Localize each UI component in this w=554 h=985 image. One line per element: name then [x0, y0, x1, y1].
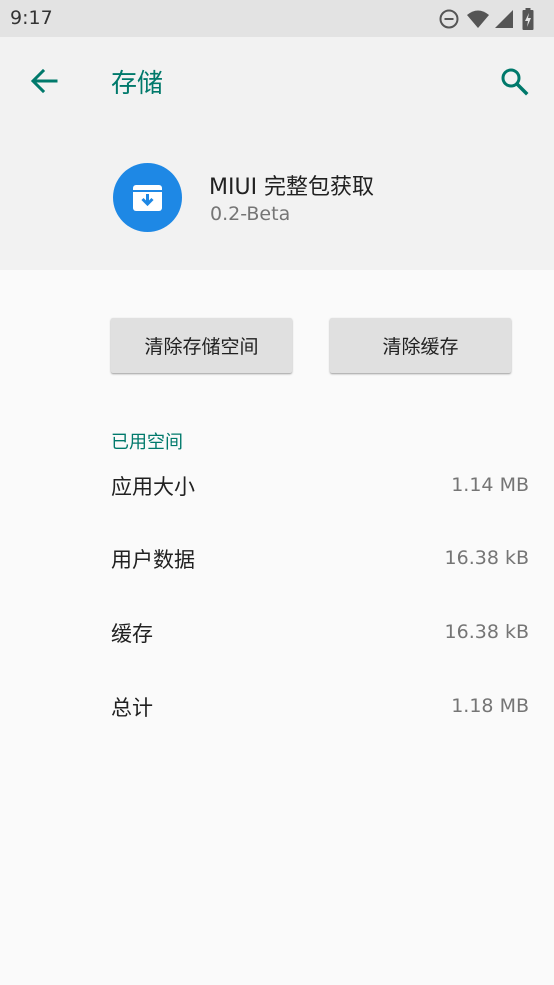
row-label: 总计	[111, 696, 153, 720]
page-title: 存储	[111, 69, 164, 99]
row-label: 缓存	[111, 622, 153, 646]
row-value: 1.18 MB	[451, 695, 529, 717]
wifi-icon	[467, 10, 489, 28]
app-icon	[113, 163, 182, 232]
do-not-disturb-icon	[439, 9, 459, 29]
app-version: 0.2-Beta	[210, 203, 291, 225]
app-name: MIUI 完整包获取	[209, 175, 375, 200]
archive-download-icon	[133, 185, 162, 211]
storage-row-user-data: 用户数据 16.38 kB	[111, 538, 529, 578]
storage-row-total: 总计 1.18 MB	[111, 686, 529, 726]
status-time: 9:17	[10, 7, 53, 29]
clear-cache-button[interactable]: 清除缓存	[330, 318, 511, 373]
battery-charging-icon	[522, 8, 534, 30]
row-value: 1.14 MB	[451, 474, 529, 496]
row-label: 用户数据	[111, 548, 195, 572]
row-value: 16.38 kB	[444, 621, 529, 643]
app-header: 存储 MIUI 完整包获取 0.2-Beta	[0, 37, 554, 270]
back-button[interactable]	[24, 61, 64, 101]
arrow-back-icon	[30, 68, 58, 94]
status-bar: 9:17	[0, 0, 554, 37]
row-value: 16.38 kB	[444, 547, 529, 569]
storage-row-cache: 缓存 16.38 kB	[111, 612, 529, 652]
clear-storage-button[interactable]: 清除存储空间	[111, 318, 292, 373]
section-title: 已用空间	[111, 432, 183, 453]
search-button[interactable]	[494, 61, 534, 101]
search-icon	[501, 68, 529, 96]
signal-icon	[495, 10, 513, 28]
row-label: 应用大小	[111, 475, 195, 499]
storage-row-app-size: 应用大小 1.14 MB	[111, 465, 529, 505]
